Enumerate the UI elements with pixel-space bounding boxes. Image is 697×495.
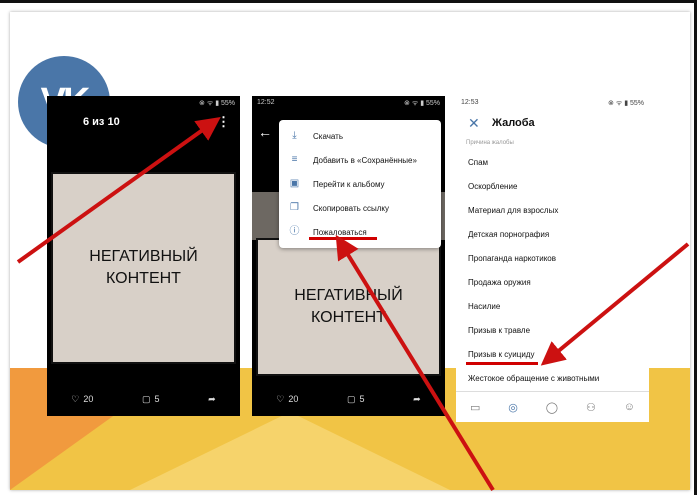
negative-content-placeholder: НЕГАТИВНЫЙ КОНТЕНТ [51, 172, 236, 364]
report-title: Жалоба [492, 117, 535, 129]
menu-item-copy-link[interactable]: ❐ Скопировать ссылку [279, 196, 441, 220]
menu-item-label: Скопировать ссылку [313, 204, 390, 213]
report-icon: ⓘ [289, 226, 300, 237]
report-header: ✕ Жалоба [456, 110, 649, 136]
share-icon: ➦ [208, 393, 216, 404]
photo-footer: ♡ 20 ▢ 5 ➦ [252, 382, 445, 416]
background-light-triangle [130, 412, 450, 490]
reason-item[interactable]: Жестокое обращение с животными [468, 374, 599, 383]
comment-count: 5 [154, 394, 160, 404]
content-label: НЕГАТИВНЫЙ КОНТЕНТ [89, 248, 198, 287]
heart-icon: ♡ [71, 393, 80, 404]
like-count: 20 [288, 394, 299, 404]
copy-link-icon: ❐ [290, 202, 299, 213]
kebab-icon[interactable]: ⋮ [217, 114, 230, 130]
reasons-section-label: Причина жалобы [466, 140, 514, 146]
comment-button[interactable]: ▢ 5 [347, 394, 365, 405]
comment-button[interactable]: ▢ 5 [142, 394, 160, 405]
download-icon: ⤓ [292, 130, 297, 141]
status-bar: 12:53 ⊗ ᯤ ▮ 55% [456, 96, 649, 110]
menu-item-download[interactable]: ⤓ Скачать [279, 124, 441, 148]
status-time: 12:53 [461, 99, 479, 106]
menu-item-label: Пожаловаться [313, 228, 367, 237]
photo-footer: ♡ 20 ▢ 5 ➦ [47, 382, 240, 416]
content-label: НЕГАТИВНЫЙ КОНТЕНТ [294, 287, 403, 326]
menu-item-label: Добавить в «Сохранённые» [313, 156, 417, 165]
like-count: 20 [83, 394, 94, 404]
menu-item-label: Скачать [313, 132, 343, 141]
heart-icon: ♡ [276, 393, 285, 404]
menu-item-report[interactable]: ⓘ Пожаловаться [279, 220, 441, 244]
report-underline [309, 237, 377, 240]
top-border [0, 0, 697, 3]
slide: VK ⊗ ᯤ ▮ 55% 6 из 10 ⋮ НЕГАТИВНЫЙ КОНТЕН… [10, 12, 690, 490]
menu-item-add-to-saved[interactable]: ≡ Добавить в «Сохранённые» [279, 148, 441, 172]
like-button[interactable]: ♡ 20 [71, 394, 93, 405]
negative-content-placeholder: НЕГАТИВНЫЙ КОНТЕНТ [256, 238, 441, 376]
suicide-underline [466, 362, 538, 365]
news-tab-icon[interactable]: ▭ [470, 401, 480, 414]
reason-item[interactable]: Спам [468, 158, 488, 167]
reason-item[interactable]: Пропаганда наркотиков [468, 254, 556, 263]
add-to-saved-icon: ≡ [291, 154, 298, 165]
phone-photo-view: ⊗ ᯤ ▮ 55% 6 из 10 ⋮ НЕГАТИВНЫЙ КОНТЕНТ ♡… [47, 96, 240, 416]
reason-item[interactable]: Оскорбление [468, 182, 517, 191]
comment-icon: ▢ [347, 393, 356, 404]
menu-item-label: Перейти к альбому [313, 180, 385, 189]
comment-count: 5 [359, 394, 365, 404]
menu-item-go-to-album[interactable]: ▣ Перейти к альбому [279, 172, 441, 196]
phone-photo-menu: 12:52 ⊗ ᯤ ▮ 55% ← НЕГАТИВНЫЙ КОНТЕНТ ⤓ С… [252, 96, 445, 416]
friends-tab-icon[interactable]: ⚇ [586, 401, 596, 414]
phone-report-screen: 12:53 ⊗ ᯤ ▮ 55% ✕ Жалоба Причина жалобы … [456, 96, 649, 422]
context-menu: ⤓ Скачать ≡ Добавить в «Сохранённые» ▣ П… [279, 120, 441, 248]
status-indicators: ⊗ ᯤ ▮ 55% [404, 100, 440, 107]
frame: VK ⊗ ᯤ ▮ 55% 6 из 10 ⋮ НЕГАТИВНЫЙ КОНТЕН… [0, 0, 697, 495]
comment-icon: ▢ [142, 393, 151, 404]
photo-counter: 6 из 10 [83, 116, 120, 128]
reason-item-suicide[interactable]: Призыв к суициду [468, 350, 534, 359]
reason-item[interactable]: Призыв к травле [468, 326, 530, 335]
reason-item[interactable]: Продажа оружия [468, 278, 531, 287]
share-button[interactable]: ➦ [208, 394, 216, 405]
reason-item[interactable]: Материал для взрослых [468, 206, 558, 215]
album-icon: ▣ [289, 178, 300, 189]
status-bar: ⊗ ᯤ ▮ 55% [47, 96, 240, 110]
profile-tab-icon[interactable]: ☺ [624, 401, 635, 413]
status-indicators: ⊗ ᯤ ▮ 55% [608, 100, 644, 107]
status-bar: 12:52 ⊗ ᯤ ▮ 55% [252, 96, 445, 110]
share-button[interactable]: ➦ [413, 394, 421, 405]
close-icon[interactable]: ✕ [468, 115, 480, 132]
bottom-tab-bar: ▭ ◎ ◯ ⚇ ☺ [456, 391, 649, 422]
messages-tab-icon[interactable]: ◯ [546, 401, 558, 414]
like-button[interactable]: ♡ 20 [276, 394, 298, 405]
reason-item[interactable]: Детская порнография [468, 230, 549, 239]
reason-item[interactable]: Насилие [468, 302, 500, 311]
status-indicators: ⊗ ᯤ ▮ 55% [199, 100, 235, 107]
status-time: 12:52 [257, 99, 275, 106]
share-icon: ➦ [413, 393, 421, 404]
back-arrow-icon[interactable]: ← [258, 124, 272, 140]
discover-tab-icon[interactable]: ◎ [508, 401, 518, 414]
